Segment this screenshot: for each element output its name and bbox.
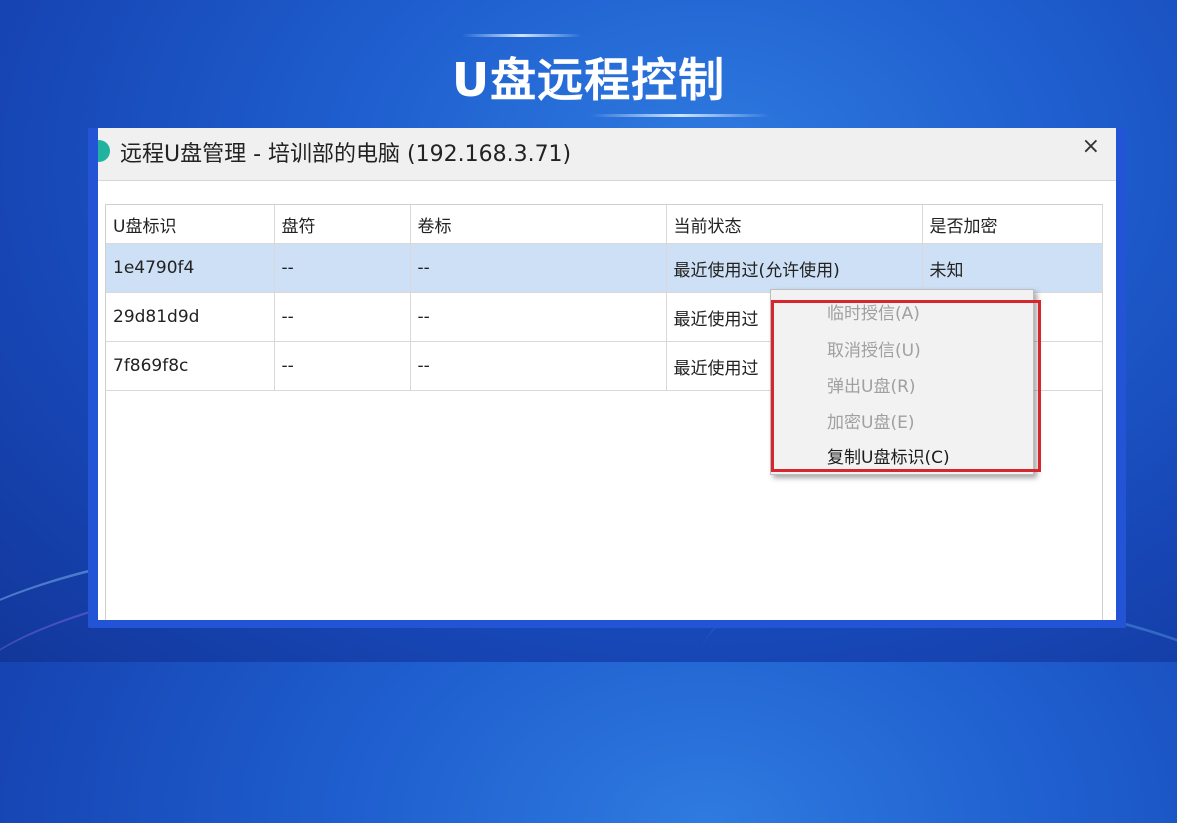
cell-drive-letter: -- [274, 243, 411, 293]
table-row[interactable]: 1e4790f4 -- -- 最近使用过(允许使用) 未知 [106, 243, 1103, 293]
cell-status: 最近使用过(允许使用) [666, 243, 923, 293]
cell-usb-id: 1e4790f4 [106, 243, 275, 293]
column-header-drive-letter[interactable]: 盘符 [274, 205, 411, 244]
cell-usb-id: 29d81d9d [106, 292, 275, 342]
close-button[interactable]: × [1082, 134, 1100, 159]
highlight-annotation-box [771, 300, 1041, 472]
column-header-status[interactable]: 当前状态 [666, 205, 923, 244]
window-title: 远程U盘管理 - 培训部的电脑 (192.168.3.71) [120, 142, 572, 167]
window-titlebar: 远程U盘管理 - 培训部的电脑 (192.168.3.71) × [98, 128, 1116, 181]
column-header-volume-label[interactable]: 卷标 [410, 205, 667, 244]
cell-usb-id: 7f869f8c [106, 341, 275, 391]
slide-title: U盘远程控制 [451, 53, 726, 107]
cell-drive-letter: -- [274, 341, 411, 391]
column-header-encrypted[interactable]: 是否加密 [922, 205, 1103, 244]
table-header-row: U盘标识 盘符 卷标 当前状态 是否加密 [106, 205, 1103, 244]
cell-encrypted: 未知 [922, 243, 1103, 293]
cell-volume-label: -- [410, 341, 667, 391]
column-header-usb-id[interactable]: U盘标识 [106, 205, 275, 244]
cell-drive-letter: -- [274, 292, 411, 342]
decorative-line [590, 114, 770, 117]
cell-volume-label: -- [410, 243, 667, 293]
decorative-line [462, 34, 582, 37]
app-icon [98, 140, 110, 162]
cell-volume-label: -- [410, 292, 667, 342]
